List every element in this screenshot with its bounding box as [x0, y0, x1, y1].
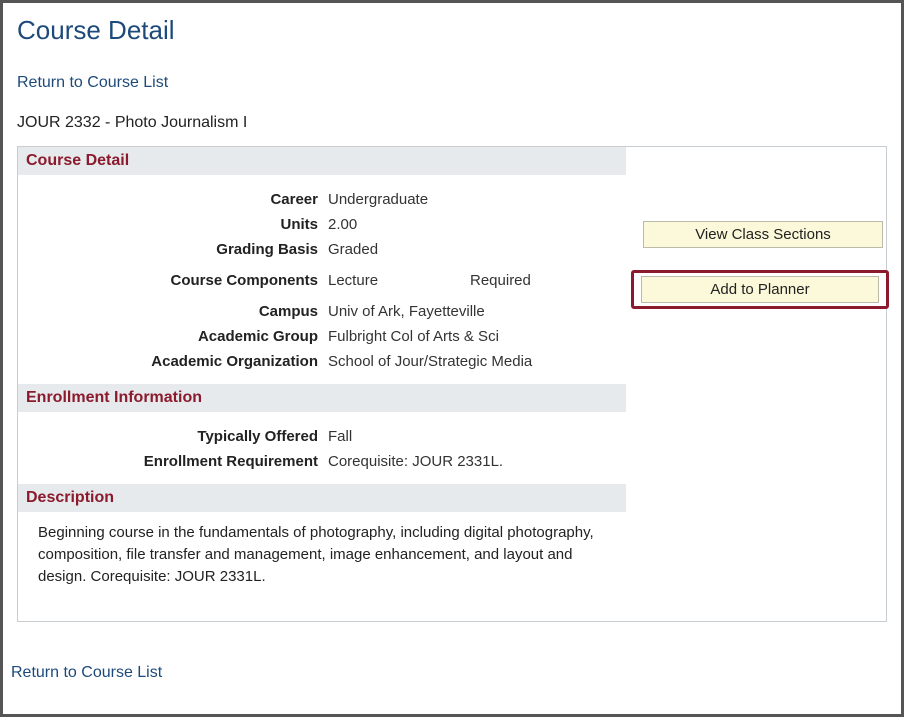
group-value: Fulbright Col of Arts & Sci — [328, 328, 626, 345]
components-label: Course Components — [18, 272, 328, 289]
description-section-header: Description — [18, 484, 626, 512]
units-value: 2.00 — [328, 216, 626, 233]
group-label: Academic Group — [18, 328, 328, 345]
course-detail-section-header: Course Detail — [18, 147, 626, 175]
action-buttons: View Class Sections Add to Planner — [643, 221, 883, 309]
enrollment-section-header: Enrollment Information — [18, 384, 626, 412]
units-label: Units — [18, 216, 328, 233]
grading-label: Grading Basis — [18, 241, 328, 258]
course-detail-box: Course Detail Career Undergraduate Units… — [17, 146, 887, 622]
add-to-planner-button[interactable]: Add to Planner — [641, 276, 879, 303]
components-type: Lecture — [328, 272, 470, 289]
offered-value: Fall — [328, 428, 626, 445]
components-required: Required — [470, 272, 531, 289]
components-value: Lecture Required — [328, 272, 626, 289]
course-code: JOUR 2332 - Photo Journalism I — [17, 114, 887, 132]
page-title: Course Detail — [17, 15, 887, 46]
highlight-box: Add to Planner — [631, 270, 889, 309]
career-value: Undergraduate — [328, 191, 626, 208]
campus-label: Campus — [18, 303, 328, 320]
enrollment-table: Typically Offered Fall Enrollment Requir… — [18, 412, 626, 484]
org-label: Academic Organization — [18, 353, 328, 370]
org-value: School of Jour/Strategic Media — [328, 353, 626, 370]
grading-value: Graded — [328, 241, 626, 258]
campus-value: Univ of Ark, Fayetteville — [328, 303, 626, 320]
req-value: Corequisite: JOUR 2331L. — [328, 453, 626, 470]
req-label: Enrollment Requirement — [18, 453, 328, 470]
career-label: Career — [18, 191, 328, 208]
offered-label: Typically Offered — [18, 428, 328, 445]
view-class-sections-button[interactable]: View Class Sections — [643, 221, 883, 248]
return-to-list-link-bottom[interactable]: Return to Course List — [11, 664, 162, 682]
course-detail-table: Career Undergraduate Units 2.00 Grading … — [18, 175, 626, 384]
description-text: Beginning course in the fundamentals of … — [18, 512, 626, 591]
return-to-list-link-top[interactable]: Return to Course List — [17, 74, 168, 92]
